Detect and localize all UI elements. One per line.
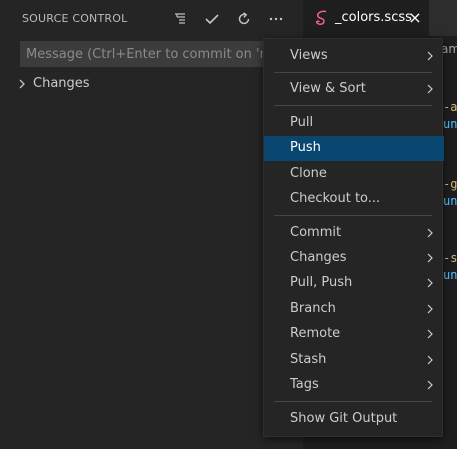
menu-item-label: Views xyxy=(290,48,328,63)
menu-item-label: Show Git Output xyxy=(290,411,398,426)
menu-item-label: Stash xyxy=(290,352,327,367)
menu-item-label: Tags xyxy=(290,377,319,392)
submenu-chevron-icon xyxy=(426,83,434,95)
code-fragment: -gr xyxy=(443,177,457,191)
more-actions-icon[interactable] xyxy=(266,9,286,29)
menu-item-clone[interactable]: Clone xyxy=(264,162,444,187)
menu-item-push[interactable]: Push xyxy=(264,136,444,161)
menu-item-view-sort[interactable]: View & Sort xyxy=(264,77,444,102)
menu-item-label: Branch xyxy=(290,301,336,316)
chevron-right-icon xyxy=(17,77,29,91)
menu-separator xyxy=(274,72,432,73)
submenu-chevron-icon xyxy=(426,227,434,239)
source-control-header: SOURCE CONTROL xyxy=(0,0,303,36)
menu-item-tags[interactable]: Tags xyxy=(264,373,444,398)
code-fragment: -ar xyxy=(443,100,457,114)
menu-item-pull[interactable]: Pull xyxy=(264,111,444,136)
code-fragment: unc xyxy=(443,268,457,282)
view-as-tree-icon[interactable] xyxy=(170,9,190,29)
submenu-chevron-icon xyxy=(426,379,434,391)
submenu-chevron-icon xyxy=(426,50,434,62)
code-fragment: -se xyxy=(443,251,457,265)
submenu-chevron-icon xyxy=(426,328,434,340)
code-fragment: unc xyxy=(443,194,457,208)
submenu-chevron-icon xyxy=(426,354,434,366)
menu-item-label: Pull xyxy=(290,115,314,130)
refresh-icon[interactable] xyxy=(234,9,254,29)
tab-colors-scss[interactable]: _colors.scss × xyxy=(303,0,429,36)
menu-separator xyxy=(274,215,432,216)
menu-item-label: Remote xyxy=(290,326,341,341)
menu-item-label: Pull, Push xyxy=(290,275,353,290)
changes-section-header[interactable]: Changes xyxy=(0,73,303,95)
code-fragment: unc xyxy=(443,117,457,131)
submenu-chevron-icon xyxy=(426,277,434,289)
source-control-more-actions-menu: Views View & Sort Pull Push Clone Checko… xyxy=(263,38,444,437)
menu-item-label: Checkout to... xyxy=(290,191,381,206)
scss-file-icon xyxy=(313,9,331,27)
menu-item-checkout-to[interactable]: Checkout to... xyxy=(264,187,444,212)
menu-item-changes[interactable]: Changes xyxy=(264,246,444,271)
menu-item-label: Commit xyxy=(290,225,342,240)
source-control-title: SOURCE CONTROL xyxy=(22,12,128,25)
source-control-panel: SOURCE CONTROL Message (Ctrl+Enter to co… xyxy=(0,0,303,449)
menu-item-label: Push xyxy=(290,140,321,155)
menu-item-commit[interactable]: Commit xyxy=(264,221,444,246)
menu-item-label: View & Sort xyxy=(290,81,366,96)
menu-item-show-git-output[interactable]: Show Git Output xyxy=(264,407,444,432)
submenu-chevron-icon xyxy=(426,303,434,315)
menu-separator xyxy=(274,105,432,106)
menu-item-views[interactable]: Views xyxy=(264,44,444,69)
close-icon[interactable]: × xyxy=(407,9,423,27)
tab-bar-empty xyxy=(429,0,457,36)
menu-item-pull-push[interactable]: Pull, Push xyxy=(264,271,444,296)
menu-item-stash[interactable]: Stash xyxy=(264,348,444,373)
menu-item-remote[interactable]: Remote xyxy=(264,322,444,347)
changes-label: Changes xyxy=(33,76,90,91)
commit-message-box[interactable] xyxy=(20,41,295,67)
menu-item-branch[interactable]: Branch xyxy=(264,297,444,322)
tab-label: _colors.scss xyxy=(335,10,412,25)
menu-item-label: Changes xyxy=(290,250,347,265)
menu-item-label: Clone xyxy=(290,166,327,181)
menu-separator xyxy=(274,401,432,402)
commit-check-icon[interactable] xyxy=(202,9,222,29)
commit-message-input[interactable] xyxy=(20,41,295,67)
submenu-chevron-icon xyxy=(426,252,434,264)
